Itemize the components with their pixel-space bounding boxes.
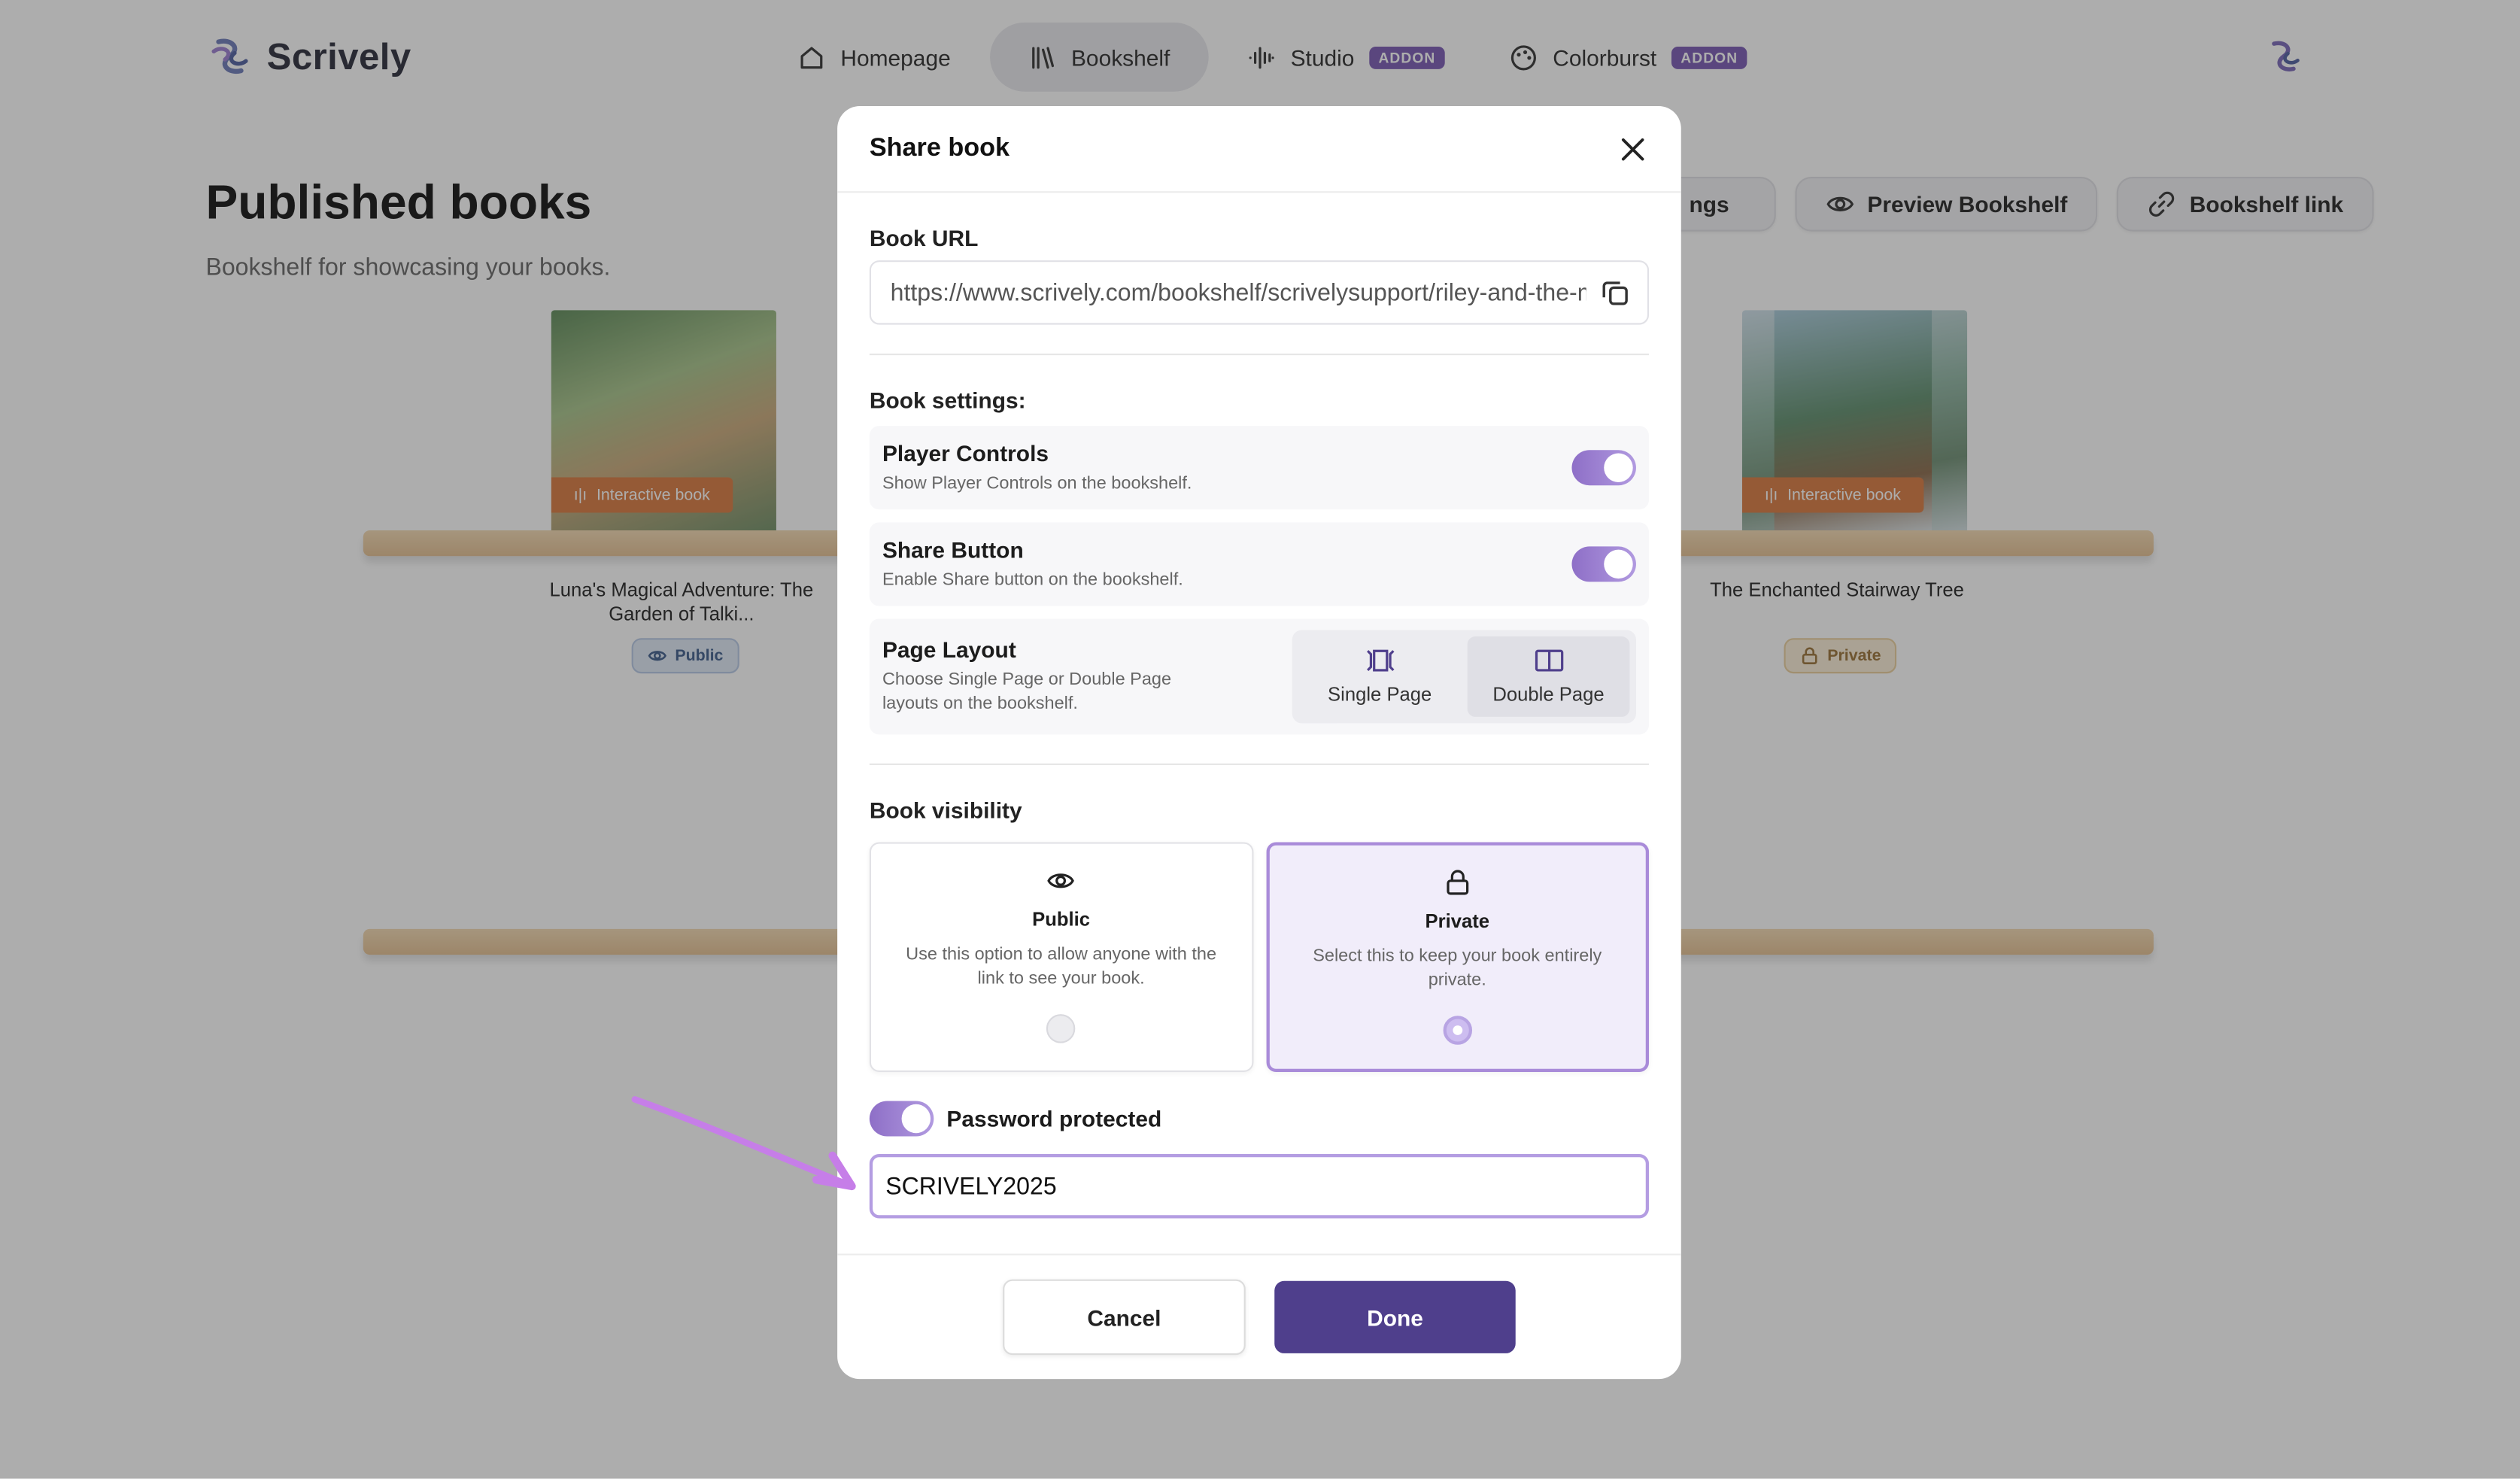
done-button[interactable]: Done xyxy=(1274,1280,1516,1353)
page-layout-desc: Choose Single Page or Double Page layout… xyxy=(882,670,1172,714)
player-controls-toggle[interactable] xyxy=(1571,450,1636,486)
password-protected-row: Password protected xyxy=(869,1101,1649,1137)
visibility-card-public[interactable]: Public Use this option to allow anyone w… xyxy=(869,842,1253,1073)
page-layout-segmented-control: Single Page Double Page xyxy=(1292,630,1636,724)
modal-body: Book URL https://www.scrively.com/booksh… xyxy=(837,193,1681,1219)
toggle-knob xyxy=(1604,549,1633,579)
double-page-label: Double Page xyxy=(1492,683,1605,706)
double-page-option[interactable]: Double Page xyxy=(1467,636,1630,717)
page-layout-name: Page Layout xyxy=(882,636,1016,663)
lock-icon xyxy=(1446,870,1468,895)
single-page-label: Single Page xyxy=(1328,683,1432,706)
page-layout-setting: Page Layout Choose Single Page or Double… xyxy=(869,618,1650,735)
private-title: Private xyxy=(1425,910,1490,933)
visibility-card-private[interactable]: Private Select this to keep your book en… xyxy=(1265,842,1650,1073)
book-visibility-label: Book visibility xyxy=(869,797,1022,823)
modal-header: Share book xyxy=(837,106,1681,193)
annotation-arrow-icon xyxy=(631,1096,856,1191)
single-page-icon xyxy=(1365,649,1394,672)
cancel-button[interactable]: Cancel xyxy=(1003,1279,1246,1356)
share-button-toggle[interactable] xyxy=(1571,546,1636,582)
copy-icon[interactable] xyxy=(1599,276,1632,308)
modal-footer: Cancel Done xyxy=(837,1253,1681,1379)
single-page-option[interactable]: Single Page xyxy=(1298,636,1461,717)
share-button-setting: Share Button Enable Share button on the … xyxy=(869,522,1650,606)
toggle-knob xyxy=(901,1104,931,1134)
public-title: Public xyxy=(1032,908,1091,931)
player-controls-desc: Show Player Controls on the bookshelf. xyxy=(882,473,1192,493)
double-page-icon xyxy=(1534,649,1563,672)
book-url-value[interactable]: https://www.scrively.com/bookshelf/scriv… xyxy=(891,279,1586,306)
player-controls-setting: Player Controls Show Player Controls on … xyxy=(869,426,1650,510)
private-radio[interactable] xyxy=(1443,1016,1472,1045)
close-icon[interactable] xyxy=(1617,132,1649,165)
share-button-name: Share Button xyxy=(882,536,1024,562)
modal-title: Share book xyxy=(869,134,1010,162)
share-book-modal: Share book Book URL https://www.scrively… xyxy=(837,106,1681,1380)
eye-icon xyxy=(1047,873,1075,888)
toggle-knob xyxy=(1604,453,1633,482)
password-protected-label: Password protected xyxy=(946,1105,1162,1132)
password-protected-toggle[interactable] xyxy=(869,1101,934,1137)
visibility-options: Public Use this option to allow anyone w… xyxy=(869,842,1650,1073)
password-input[interactable] xyxy=(869,1154,1650,1219)
public-desc: Use this option to allow anyone with the… xyxy=(906,945,1217,989)
share-button-desc: Enable Share button on the bookshelf. xyxy=(882,569,1183,590)
private-desc: Select this to keep your book entirely p… xyxy=(1313,946,1602,991)
page-root: Scrively Homepage Bookshelf Studio ADDON… xyxy=(0,0,2520,1479)
player-controls-name: Player Controls xyxy=(882,439,1049,466)
divider xyxy=(869,763,1650,765)
public-radio[interactable] xyxy=(1046,1014,1076,1043)
book-url-field[interactable]: https://www.scrively.com/bookshelf/scriv… xyxy=(869,260,1650,325)
book-settings-label: Book settings: xyxy=(869,387,1026,414)
book-url-label: Book URL xyxy=(869,225,979,251)
divider xyxy=(869,354,1650,356)
